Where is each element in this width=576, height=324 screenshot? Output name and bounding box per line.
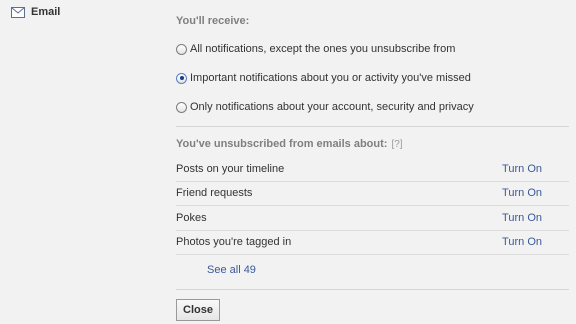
list-item-label: Pokes <box>176 211 207 224</box>
see-all-link[interactable]: See all 49 <box>207 264 256 276</box>
email-settings-panel: You'll receive: All notifications, excep… <box>176 0 569 324</box>
radio-account-only-notifications[interactable]: Only notifications about your account, s… <box>176 101 474 113</box>
divider <box>176 289 569 290</box>
turn-on-link[interactable]: Turn On <box>502 187 542 199</box>
radio-label: Only notifications about your account, s… <box>190 101 474 113</box>
list-item-label: Friend requests <box>176 187 253 200</box>
radio-button[interactable] <box>176 101 187 113</box>
receive-heading: You'll receive: <box>176 15 250 27</box>
divider <box>176 126 569 127</box>
list-item: Posts on your timeline Turn On <box>176 157 569 182</box>
unsubscribed-heading-text: You've unsubscribed from emails about: <box>176 138 388 150</box>
help-link[interactable]: [?] <box>391 139 402 150</box>
radio-label: Important notifications about you or act… <box>190 72 471 84</box>
list-item-label: Posts on your timeline <box>176 162 285 175</box>
unsubscribed-heading: You've unsubscribed from emails about: [?… <box>176 138 403 150</box>
close-button[interactable]: Close <box>176 299 220 321</box>
list-item-label: Photos you're tagged in <box>176 236 292 249</box>
radio-all-notifications[interactable]: All notifications, except the ones you u… <box>176 43 455 55</box>
list-item: Pokes Turn On <box>176 206 569 231</box>
radio-label: All notifications, except the ones you u… <box>190 43 456 55</box>
turn-on-link[interactable]: Turn On <box>502 163 542 175</box>
email-section-label: Email <box>11 6 60 18</box>
radio-important-notifications[interactable]: Important notifications about you or act… <box>176 72 471 84</box>
mail-icon <box>11 6 25 18</box>
unsubscribed-list: Posts on your timeline Turn On Friend re… <box>176 157 569 255</box>
turn-on-link[interactable]: Turn On <box>502 212 542 224</box>
radio-button[interactable] <box>176 43 187 55</box>
settings-sidebar: Email <box>0 0 150 324</box>
list-item: Friend requests Turn On <box>176 182 569 206</box>
turn-on-link[interactable]: Turn On <box>502 236 542 248</box>
email-label-text: Email <box>31 6 61 18</box>
list-item: Photos you're tagged in Turn On <box>176 231 569 255</box>
radio-button-selected[interactable] <box>176 72 187 84</box>
